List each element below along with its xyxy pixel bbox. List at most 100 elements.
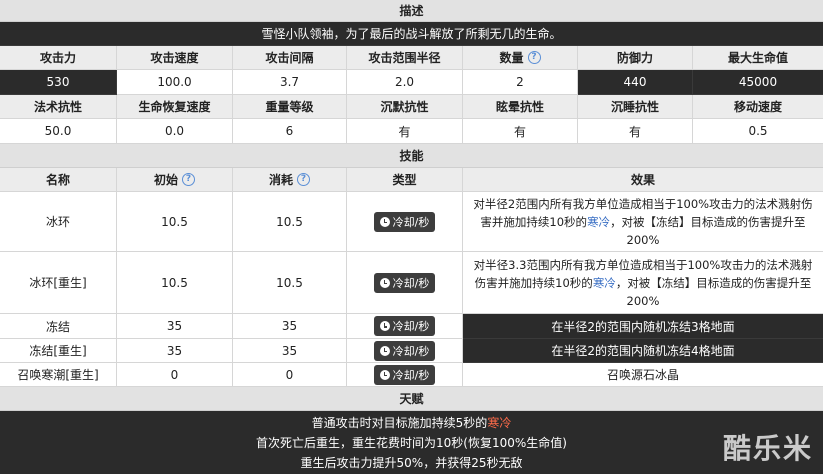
talent-line-3: 重生后攻击力提升50%，并获得25秒无敌 [300, 456, 523, 470]
skill-initial: 35 [117, 314, 233, 339]
clock-icon [379, 345, 390, 356]
talent-text: 普通攻击时对目标施加持续5秒的 [311, 416, 488, 430]
value-count: 2 [463, 70, 578, 95]
talent-header-row: 天赋 [0, 387, 823, 411]
skill-name: 冰环[重生] [0, 252, 117, 314]
skill-type: 冷却/秒 [347, 339, 463, 363]
skill-effect: 在半径2的范围内随机冻结4格地面 [463, 339, 823, 363]
skill-row: 召唤寒潮[重生] 0 0 冷却/秒 召唤源石冰晶 [0, 363, 823, 387]
value-sleep-resist: 有 [578, 119, 693, 144]
value-max-hp: 45000 [693, 70, 823, 95]
cooldown-label: 冷却/秒 [392, 344, 430, 358]
skill-effect: 对半径2范围内所有我方单位造成相当于100%攻击力的法术溅射伤害并施加持续10秒… [463, 192, 823, 252]
value-attack-range: 2.0 [347, 70, 463, 95]
clock-icon [379, 277, 390, 288]
cold-keyword[interactable]: 寒冷 [487, 416, 511, 430]
value-hp-regen: 0.0 [117, 119, 233, 144]
cold-keyword[interactable]: 寒冷 [587, 215, 610, 229]
cooldown-badge: 冷却/秒 [373, 364, 436, 385]
skill-effect-text: ，对被【冻结】目标造成的伤害提升至200% [615, 275, 812, 308]
skills-col-effect: 效果 [463, 168, 823, 192]
cooldown-badge: 冷却/秒 [373, 316, 436, 336]
value-attack-interval: 3.7 [233, 70, 347, 95]
stats2-value-row: 50.0 0.0 6 有 有 有 0.5 [0, 119, 823, 144]
description-text: 雪怪小队领袖，为了最后的战斗解放了所剩无几的生命。 [0, 22, 823, 46]
skill-name: 冰环 [0, 192, 117, 252]
help-icon[interactable]: ? [182, 173, 195, 186]
skill-initial: 10.5 [117, 252, 233, 314]
description-row: 雪怪小队领袖，为了最后的战斗解放了所剩无几的生命。 [0, 22, 823, 46]
skill-cost: 0 [233, 363, 347, 387]
skill-type: 冷却/秒 [347, 314, 463, 339]
clock-icon [379, 369, 390, 380]
value-attack: 530 [0, 70, 117, 95]
skills-col-type: 类型 [347, 168, 463, 192]
header-weight: 重量等级 [233, 95, 347, 119]
header-count-label: 数量 [499, 51, 524, 65]
cooldown-badge: 冷却/秒 [373, 272, 436, 293]
skills-column-row: 名称 初始 ? 消耗 ? 类型 效果 [0, 168, 823, 192]
cooldown-label: 冷却/秒 [392, 276, 430, 290]
skill-effect-text: ，对被【冻结】目标造成的伤害提升至200% [610, 214, 806, 247]
skills-title: 技能 [0, 144, 823, 168]
stats1-header-row: 攻击力 攻击速度 攻击间隔 攻击范围半径 数量 ? 防御力 最大生命值 [0, 46, 823, 70]
value-silence-resist: 有 [347, 119, 463, 144]
skill-initial: 10.5 [117, 192, 233, 252]
clock-icon [379, 321, 390, 331]
skill-effect: 召唤源石冰晶 [463, 363, 823, 387]
watermark-logo: 酷乐米 [722, 432, 813, 465]
skill-name: 冻结 [0, 314, 117, 339]
description-title: 描述 [0, 0, 823, 22]
skills-col-name: 名称 [0, 168, 117, 192]
header-defense: 防御力 [578, 46, 693, 70]
cooldown-label: 冷却/秒 [392, 215, 430, 229]
skills-header-row: 技能 [0, 144, 823, 168]
skill-effect: 在半径2的范围内随机冻结3格地面 [463, 314, 823, 339]
help-icon[interactable]: ? [527, 51, 541, 64]
skill-type: 冷却/秒 [347, 192, 463, 252]
header-hp-regen: 生命恢复速度 [117, 95, 233, 119]
skill-row: 冻结 35 35 冷却/秒 在半径2的范围内随机冻结3格地面 [0, 314, 823, 339]
header-silence-resist: 沉默抗性 [347, 95, 463, 119]
cooldown-badge: 冷却/秒 [373, 211, 436, 232]
help-icon[interactable]: ? [297, 173, 310, 186]
skill-type: 冷却/秒 [347, 363, 463, 387]
skills-col-cost-label: 消耗 [268, 173, 293, 187]
value-weight: 6 [233, 119, 347, 144]
value-attack-speed: 100.0 [117, 70, 233, 95]
skill-name: 召唤寒潮[重生] [0, 363, 117, 387]
header-magic-resist: 法术抗性 [0, 95, 117, 119]
value-stun-resist: 有 [463, 119, 578, 144]
clock-icon [379, 216, 390, 227]
skill-row: 冰环[重生] 10.5 10.5 冷却/秒 对半径3.3范围内所有我方单位造成相… [0, 252, 823, 314]
cooldown-label: 冷却/秒 [392, 368, 430, 382]
header-move-speed: 移动速度 [693, 95, 823, 119]
skill-type: 冷却/秒 [347, 252, 463, 314]
header-max-hp: 最大生命值 [693, 46, 823, 70]
talent-panel: 普通攻击时对目标施加持续5秒的寒冷 首次死亡后重生，重生花费时间为10秒(恢复1… [0, 411, 823, 474]
header-attack-range: 攻击范围半径 [347, 46, 463, 70]
header-attack-interval: 攻击间隔 [233, 46, 347, 70]
skill-name: 冻结[重生] [0, 339, 117, 363]
skill-row: 冻结[重生] 35 35 冷却/秒 在半径2的范围内随机冻结4格地面 [0, 339, 823, 363]
talent-line-1: 普通攻击时对目标施加持续5秒的寒冷 [0, 413, 823, 433]
cold-keyword[interactable]: 寒冷 [593, 276, 616, 290]
value-defense: 440 [578, 70, 693, 95]
skill-cost: 10.5 [233, 192, 347, 252]
skills-col-cost: 消耗 ? [233, 168, 347, 192]
header-attack: 攻击力 [0, 46, 117, 70]
skill-cost: 35 [233, 339, 347, 363]
stats2-header-row: 法术抗性 生命恢复速度 重量等级 沉默抗性 眩晕抗性 沉睡抗性 移动速度 [0, 95, 823, 119]
header-sleep-resist: 沉睡抗性 [578, 95, 693, 119]
skill-initial: 0 [117, 363, 233, 387]
skill-cost: 35 [233, 314, 347, 339]
skills-col-initial: 初始 ? [117, 168, 233, 192]
header-stun-resist: 眩晕抗性 [463, 95, 578, 119]
value-magic-resist: 50.0 [0, 119, 117, 144]
skill-row: 冰环 10.5 10.5 冷却/秒 对半径2范围内所有我方单位造成相当于100%… [0, 192, 823, 252]
skill-effect: 对半径3.3范围内所有我方单位造成相当于100%攻击力的法术溅射伤害并施加持续1… [463, 252, 823, 314]
talent-line-2: 首次死亡后重生，重生花费时间为10秒(恢复100%生命值) [256, 436, 567, 450]
skill-initial: 35 [117, 339, 233, 363]
talent-title: 天赋 [0, 387, 823, 411]
skills-col-initial-label: 初始 [153, 173, 178, 187]
